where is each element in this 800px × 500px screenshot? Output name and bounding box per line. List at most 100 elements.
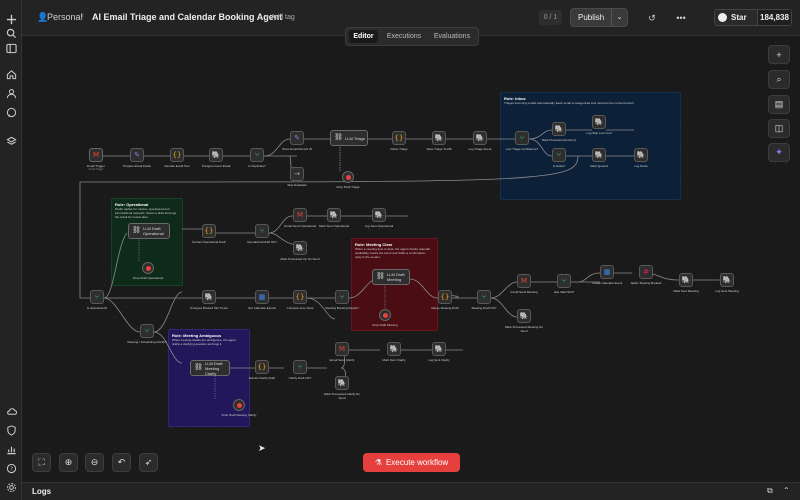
llm-triage-label: LLM Triage [345, 135, 366, 141]
meeting-ok-node[interactable]: ⑂ [477, 290, 491, 304]
mark-proc-clar-node[interactable]: 🐘 [335, 376, 349, 390]
tidy-up-button[interactable]: ➶ [139, 453, 158, 472]
mark-low-node[interactable]: 🐘 [552, 122, 566, 136]
log-sent-ops-node[interactable]: 🐘 [372, 208, 386, 222]
branch-icon: ⑂ [259, 226, 265, 235]
zoom-out-button[interactable]: ⊖ [85, 453, 104, 472]
cloud-icon[interactable] [4, 404, 18, 418]
meeting-sched-node[interactable]: ⑂ [140, 324, 154, 338]
chevron-down-icon[interactable]: ⌄ [611, 9, 627, 26]
mark-proc-ops-node[interactable]: 🐘 [293, 241, 307, 255]
mouse-cursor: ➤ [258, 443, 266, 453]
side-panel-button[interactable]: ◫ [768, 119, 790, 138]
popout-icon[interactable]: ⧉ [767, 486, 773, 496]
layers-icon[interactable] [4, 134, 18, 148]
mark-meeting-node[interactable]: 🐘 [679, 273, 693, 287]
extract-clarify-node[interactable]: {} [255, 360, 269, 374]
logs-panel-bar[interactable]: Logs ⧉ ⌃ [22, 482, 800, 500]
tab-editor[interactable]: Editor [349, 30, 378, 43]
github-star-button[interactable]: Star 184,838 [714, 9, 792, 26]
low-conf-node[interactable]: ⑂ [515, 131, 529, 145]
postgres-icon: 🐘 [389, 344, 399, 353]
is-operational-node[interactable]: ⑂ [90, 290, 104, 304]
publish-label: Publish [578, 13, 605, 22]
skip-dup-node[interactable]: → [290, 167, 304, 181]
chart-icon[interactable] [4, 442, 18, 456]
email-trigger-node[interactable]: M [89, 148, 103, 162]
gmail-meeting-node[interactable]: M [517, 274, 531, 288]
star-count: 184,838 [757, 10, 791, 25]
shield-icon[interactable] [4, 423, 18, 437]
merge-meeting-node[interactable]: {} [438, 290, 452, 304]
settings-icon[interactable] [4, 480, 18, 494]
branch-icon: ⑂ [481, 292, 487, 301]
panel-toggle-icon[interactable] [4, 41, 18, 55]
prepare-event-node[interactable]: 🐘 [209, 148, 223, 162]
publish-button[interactable]: Publish ⌄ [570, 8, 628, 27]
extract-ops-node[interactable]: {} [202, 224, 216, 238]
workflow-title[interactable]: AI Email Triage and Calendar Booking Age… [92, 12, 282, 22]
is-noise-node[interactable]: ⑂ [552, 148, 566, 162]
parse-triage-node[interactable]: {} [392, 131, 406, 145]
is-duplicate-node[interactable]: ⑂ [250, 148, 264, 162]
postgres-icon: 🐘 [554, 124, 564, 133]
mark-ignored-node[interactable]: 🐘 [592, 148, 606, 162]
home-icon[interactable] [4, 67, 18, 81]
tab-evaluations[interactable]: Evaluations [429, 30, 475, 43]
llm-triage-node[interactable]: ⛓ LLM Triage [330, 130, 368, 146]
meeting-booking-node[interactable]: ⑂ [335, 290, 349, 304]
mark-clarify-node[interactable]: 🐘 [387, 342, 401, 356]
chevron-up-icon[interactable]: ⌃ [783, 486, 790, 495]
drop-clarify-node[interactable] [233, 399, 245, 411]
zoom-in-button[interactable]: ⊕ [59, 453, 78, 472]
llm-ops-node[interactable]: ⛓ LLM Draft Operational [128, 223, 170, 239]
ai-assistant-button[interactable]: ✦ [768, 143, 790, 162]
gmail-clarify-node[interactable]: M [335, 342, 349, 356]
history-icon[interactable]: ↺ [645, 11, 659, 25]
mark-sent-ops-node[interactable]: 🐘 [327, 208, 341, 222]
log-noise-node[interactable]: 🐘 [634, 148, 648, 162]
expand-icon: ⛶ [38, 457, 45, 467]
more-options-icon[interactable]: ••• [674, 11, 688, 25]
search-nodes-button[interactable]: ⌕ [768, 70, 790, 89]
log-meeting-node[interactable]: 🐘 [720, 273, 734, 287]
log-low-node[interactable]: 🐘 [592, 115, 606, 129]
ops-draft-ok-node[interactable]: ⑂ [255, 224, 269, 238]
decode-body-node[interactable]: {} [170, 148, 184, 162]
llm-meeting-node[interactable]: ⛓ LLM Draft Meeting [372, 269, 410, 285]
reset-zoom-button[interactable]: ↶ [112, 453, 131, 472]
drop-ops-node[interactable] [142, 262, 154, 274]
drop-meeting-node[interactable] [379, 309, 391, 321]
mark-proc-meet-node[interactable]: 🐘 [517, 309, 531, 323]
compute-slots-node[interactable]: {} [293, 290, 307, 304]
llm-clarify-node[interactable]: ⛓ LLM Draft Meeting Clarify [190, 360, 230, 376]
search-icon[interactable] [4, 26, 18, 40]
slack-book-node[interactable]: # [639, 265, 653, 279]
workflow-canvas[interactable]: Role: Inbox Triages incoming emails auto… [22, 37, 800, 482]
log-triage-node[interactable]: 🐘 [473, 131, 487, 145]
postgres-meet-node[interactable]: 🐘 [202, 290, 216, 304]
tab-executions[interactable]: Executions [382, 30, 426, 43]
sticky-note-button[interactable]: ▤ [768, 95, 790, 114]
chat-icon[interactable] [4, 105, 18, 119]
clarify-ok-node[interactable]: ⑂ [293, 360, 307, 374]
help-icon[interactable]: ? [4, 461, 18, 475]
get-cal-node[interactable]: ▦ [255, 290, 269, 304]
add-icon[interactable] [4, 12, 18, 26]
execute-workflow-button[interactable]: ⚗ Execute workflow [363, 453, 460, 472]
add-tag-button[interactable]: + Add tag [265, 14, 295, 21]
mark-proc-ops-label: Mark Processed Op No Send [280, 257, 320, 261]
user-icon[interactable] [4, 86, 18, 100]
save-triage-node[interactable]: 🐘 [432, 131, 446, 145]
drop-triage-node[interactable] [342, 171, 354, 183]
has-slots-node[interactable]: ⑂ [557, 274, 571, 288]
mode-tabs: Editor Executions Evaluations [345, 27, 479, 46]
add-node-button[interactable]: + [768, 45, 790, 64]
create-cal-node[interactable]: ▦ [600, 265, 614, 279]
store-email-node[interactable]: ✎ [290, 131, 304, 145]
breadcrumb-project[interactable]: Personal [47, 12, 83, 22]
gmail-ops-node[interactable]: M [293, 208, 307, 222]
log-clarify-node[interactable]: 🐘 [432, 342, 446, 356]
prepare-fields-node[interactable]: ✎ [130, 148, 144, 162]
fit-view-button[interactable]: ⛶ [32, 453, 51, 472]
